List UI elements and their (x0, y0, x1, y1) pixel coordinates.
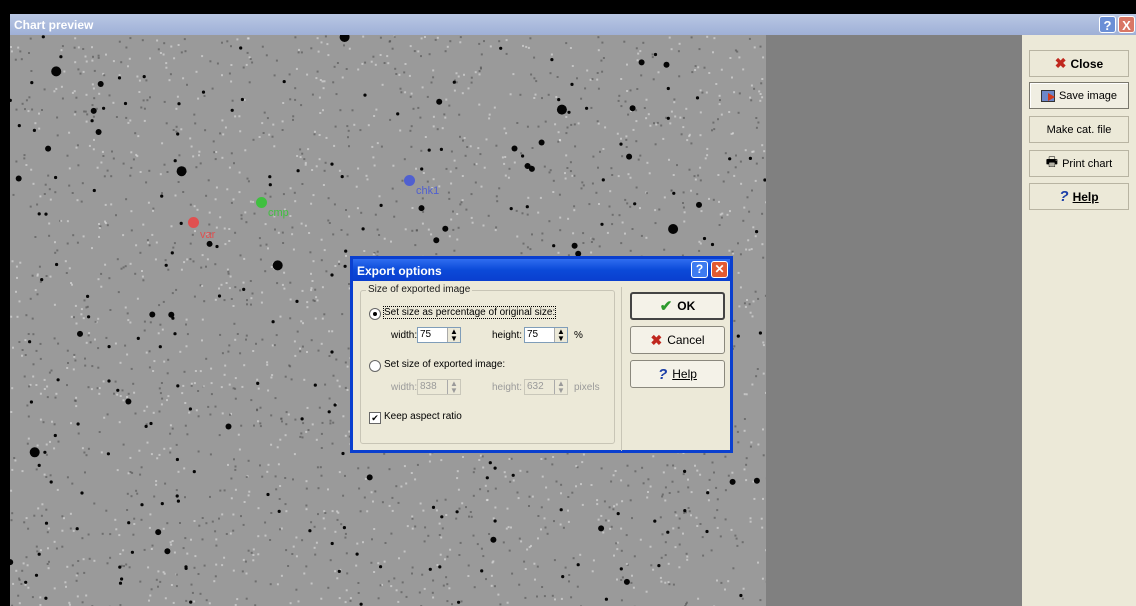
save-image-label: Save image (1058, 89, 1118, 102)
dialog-help-icon-button[interactable]: ? (691, 261, 708, 278)
var-marker-label: var (200, 229, 216, 241)
save-icon (1040, 89, 1055, 102)
chk1-marker-label: chk1 (416, 185, 440, 197)
percent-height-spinner[interactable]: 75 ▲ ▼ (524, 327, 568, 343)
keep-aspect-checkbox[interactable]: ✔ (369, 412, 381, 424)
close-icon: ✖ (650, 331, 663, 348)
percent-height-value: 75 (527, 329, 539, 340)
dialog-divider (621, 287, 622, 451)
keep-aspect-label[interactable]: Keep aspect ratio (384, 411, 462, 422)
export-options-dialog: Export options ? ✕ Size of exported imag… (350, 256, 733, 453)
make-cat-file-button[interactable]: Make cat. file (1029, 116, 1129, 143)
percent-size-radio[interactable] (369, 308, 381, 320)
chk1-marker (404, 175, 415, 186)
pixel-unit: pixels (574, 382, 600, 393)
help-button[interactable]: ? Help (1029, 183, 1129, 210)
printer-icon: 🖶 (1045, 153, 1059, 169)
window-close-button[interactable]: X (1118, 16, 1135, 33)
ok-button[interactable]: ✔ OK (630, 292, 725, 320)
window-help-button[interactable]: ? (1099, 16, 1116, 33)
spinner-arrows-icon[interactable]: ▲ ▼ (447, 380, 460, 395)
cancel-button[interactable]: ✖ Cancel (630, 326, 725, 354)
size-group-title: Size of exported image (366, 284, 473, 295)
spinner-arrows-icon[interactable]: ▲ ▼ (554, 380, 567, 395)
dialog-title-bar: Export options ? ✕ (353, 259, 730, 281)
pixel-height-label: height: (492, 382, 523, 393)
close-button[interactable]: ✖ Close (1029, 50, 1129, 77)
pixel-size-radio[interactable] (369, 360, 381, 372)
close-icon: ✖ (1054, 55, 1067, 71)
make-cat-file-label: Make cat. file (1046, 123, 1112, 136)
cmp-marker-label: cmp (268, 207, 289, 219)
help-button-label: Help (1072, 189, 1099, 204)
help-icon: ? (658, 365, 668, 383)
dialog-help-button[interactable]: ? Help (630, 360, 725, 388)
var-marker (188, 217, 199, 228)
ok-button-label: OK (677, 299, 696, 313)
print-chart-label: Print chart (1062, 157, 1113, 170)
percent-width-value: 75 (420, 329, 432, 340)
preview-background (766, 35, 1022, 606)
cancel-button-label: Cancel (667, 333, 705, 347)
size-group: Size of exported image Set size as perce… (360, 284, 615, 444)
dialog-title: Export options (357, 264, 442, 278)
spinner-arrows-icon[interactable]: ▲ ▼ (554, 328, 567, 343)
percent-height-label: height: (492, 330, 523, 341)
help-icon: ? (1059, 188, 1069, 205)
pixel-height-spinner[interactable]: 632 ▲ ▼ (524, 379, 568, 395)
percent-size-radio-label[interactable]: Set size as percentage of original size: (382, 306, 557, 319)
percent-width-label: width: (391, 330, 418, 341)
save-image-button[interactable]: Save image (1029, 82, 1129, 109)
percent-width-spinner[interactable]: 75 ▲ ▼ (417, 327, 461, 343)
pixel-width-value: 838 (420, 381, 437, 392)
pixel-height-value: 632 (527, 381, 544, 392)
side-panel: ✖ Close Save image Make cat. file 🖶 Prin… (1022, 35, 1136, 606)
dialog-close-button[interactable]: ✕ (711, 261, 728, 278)
print-chart-button[interactable]: 🖶 Print chart (1029, 150, 1129, 177)
cmp-marker (256, 197, 267, 208)
check-icon: ✔ (659, 298, 673, 315)
percent-unit: % (574, 330, 583, 341)
pixel-width-label: width: (391, 382, 418, 393)
window-title-bar: Chart preview ? X (10, 14, 1136, 35)
pixel-size-radio-label[interactable]: Set size of exported image: (384, 359, 505, 370)
spinner-arrows-icon[interactable]: ▲ ▼ (447, 328, 460, 343)
dialog-help-label: Help (672, 367, 697, 381)
pixel-width-spinner[interactable]: 838 ▲ ▼ (417, 379, 461, 395)
window-title: Chart preview (14, 18, 94, 32)
close-button-label: Close (1070, 56, 1104, 71)
